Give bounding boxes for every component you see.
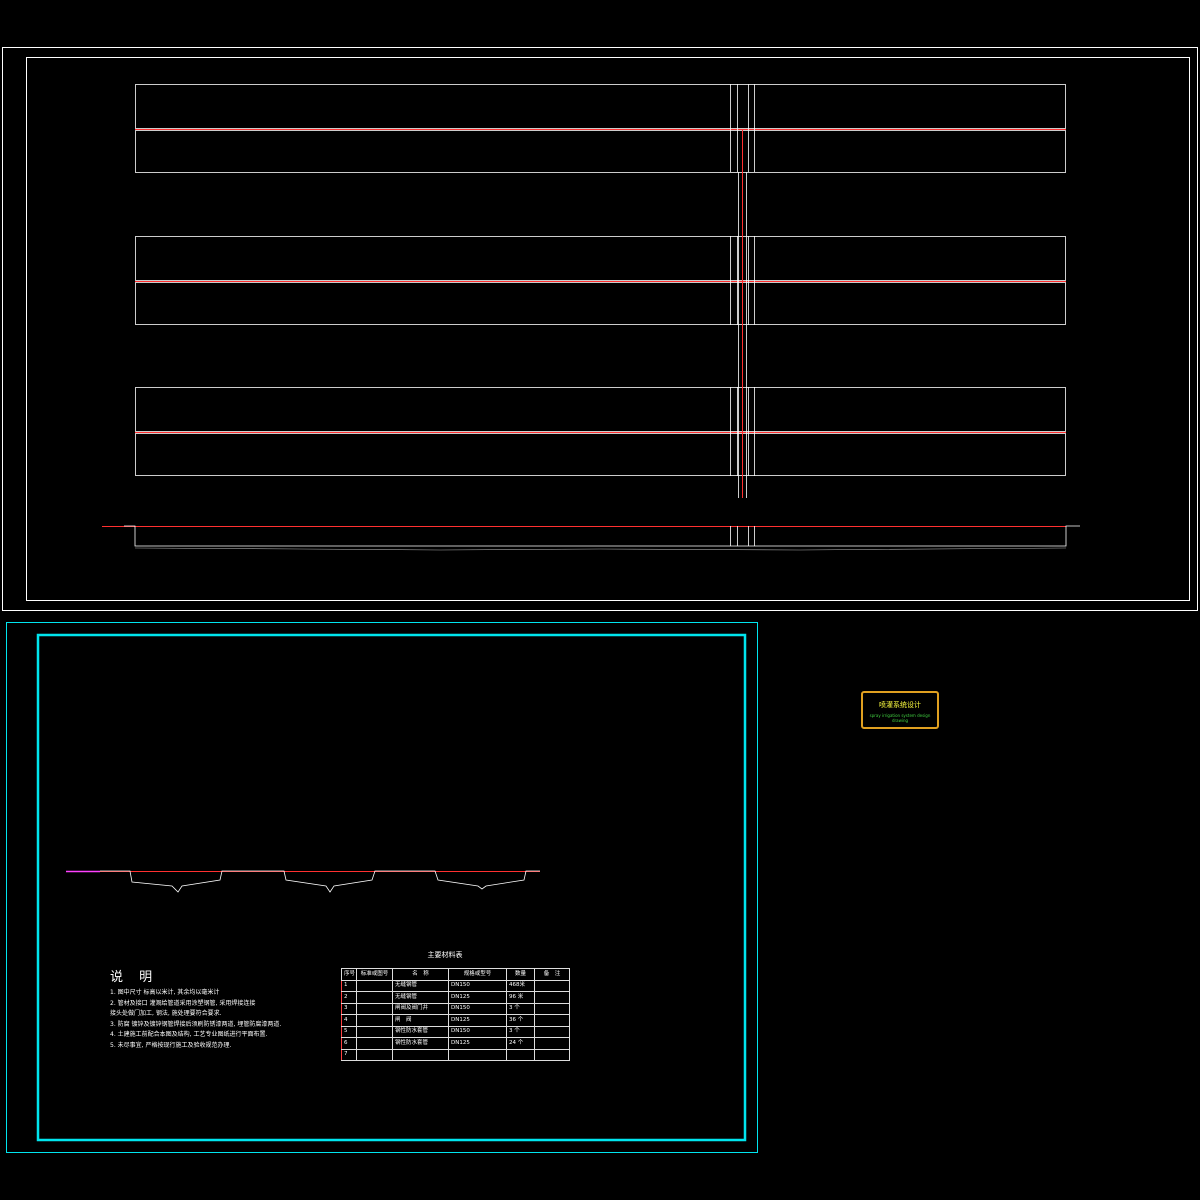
table-cell: 5: [341, 1025, 357, 1038]
col-header: 数量: [506, 968, 535, 981]
bottom-sheet-inner-frame: [36, 633, 747, 1142]
table-cell: [356, 979, 393, 992]
table-cell: 1: [341, 979, 357, 992]
table-cell: 无缝钢管: [392, 979, 449, 992]
title-stamp: 喷灌系统设计 spray irrigation system design dr…: [861, 691, 939, 729]
table-cell: [534, 1025, 570, 1038]
note-item: 2. 管材及接口 灌溉给管道采用涂塑钢管, 采用焊接连接: [110, 999, 256, 1007]
table-cell: DN125: [448, 1014, 507, 1027]
table-cell: [356, 1025, 393, 1038]
notes-list: 1. 图中尺寸 标高以米计, 其余均以毫米计 2. 管材及接口 灌溉给管道采用涂…: [110, 988, 330, 1051]
table-cell: DN150: [448, 1025, 507, 1038]
trench-cross-section: [66, 870, 540, 893]
col-header: 规格或型号: [448, 968, 507, 981]
note-item: 接头处做门加工, 钢法, 施处理要符合要求.: [110, 1010, 222, 1017]
note-item: 3. 防腐 镀锌及镀锌钢管焊接后须刷防锈漆两道, 埋管防腐漆两道.: [110, 1020, 282, 1028]
table-cell: [356, 991, 393, 1004]
stamp-main-text: 喷灌系统设计: [879, 701, 921, 709]
table-row: 5 钢性防水套管 DN150 3 个: [341, 1025, 570, 1038]
note-item: 5. 未尽事宜, 严格按现行施工及验收规范办理.: [110, 1041, 232, 1049]
notes-title: 说 明: [110, 970, 159, 985]
table-cell: DN125: [448, 1037, 507, 1050]
table-cell: 7: [341, 1048, 357, 1061]
table-cell: 闸阀及阀门井: [392, 1002, 449, 1015]
table-cell: [506, 1048, 535, 1061]
table-cell: [356, 1014, 393, 1027]
table-cell: 闸 阀: [392, 1014, 449, 1027]
table-cell: DN150: [448, 1002, 507, 1015]
col-header: 名 称: [392, 968, 449, 981]
table-row: 6 钢性防水套管 DN125 24 个: [341, 1037, 570, 1050]
note-item: 1. 图中尺寸 标高以米计, 其余均以毫米计: [110, 989, 220, 996]
table-cell: 96 米: [506, 991, 535, 1004]
table-cell: [534, 1037, 570, 1050]
table-cell: 2: [341, 991, 357, 1004]
table-cell: 36 个: [506, 1014, 535, 1027]
table-cell: 钢性防水套管: [392, 1037, 449, 1050]
bottom-sheet-outer-frame: [6, 622, 758, 1153]
table-cell: 钢性防水套管: [392, 1025, 449, 1038]
table-cell: 无缝钢管: [392, 991, 449, 1004]
table-cell: [356, 1037, 393, 1050]
table-cell: 6: [341, 1037, 357, 1050]
plan-row-group-1: [135, 84, 1066, 173]
table-cell: [534, 979, 570, 992]
longitudinal-section: [102, 525, 1080, 551]
materials-table-title: 主要材料表: [427, 951, 463, 959]
table-cell: 3: [341, 1002, 357, 1015]
table-header-row: 序号 标准或图号 名 称 规格或型号 数量 备 注: [341, 968, 570, 981]
table-cell: 3 个: [506, 1025, 535, 1038]
table-cell: 4: [341, 1014, 357, 1027]
table-cell: [534, 1048, 570, 1061]
note-item: 4. 土建施工前配合本图及结构, 工艺专业图纸进行平面布置.: [110, 1031, 268, 1038]
stamp-sub-text: spray irrigation system design drawing: [869, 713, 931, 723]
plan-row-group-2: [135, 236, 1066, 325]
table-row: 4 闸 阀 DN125 36 个: [341, 1014, 570, 1027]
table-cell: DN150: [448, 979, 507, 992]
table-row: 2 无缝钢管 DN125 96 米: [341, 991, 570, 1004]
table-cell: 3 个: [506, 1002, 535, 1015]
col-header: 备 注: [534, 968, 570, 981]
table-cell: 468米: [506, 979, 535, 992]
table-cell: [534, 1014, 570, 1027]
table-cell: [356, 1048, 393, 1061]
table-cell: [448, 1048, 507, 1061]
table-row: 7: [341, 1048, 570, 1061]
plan-row-group-3: [135, 387, 1066, 476]
table-cell: [534, 1002, 570, 1015]
table-cell: 24 个: [506, 1037, 535, 1050]
materials-table: 序号 标准或图号 名 称 规格或型号 数量 备 注 1 无缝钢管 DN150 468米…: [341, 968, 570, 1061]
table-cell: [534, 991, 570, 1004]
table-row: 1 无缝钢管 DN150 468米: [341, 979, 570, 992]
table-cell: [356, 1002, 393, 1015]
table-cell: DN125: [448, 991, 507, 1004]
col-header: 标准或图号: [356, 968, 393, 981]
table-cell: [392, 1048, 449, 1061]
branch-pipes: [135, 129, 1066, 433]
table-row: 3 闸阀及阀门井 DN150 3 个: [341, 1002, 570, 1015]
materials-table-body: 1 无缝钢管 DN150 468米 2 无缝钢管 DN125 96 米 3 闸阀及阀门井 DN150…: [341, 979, 570, 1061]
col-header: 序号: [341, 968, 357, 981]
top-sheet-inner-frame: [26, 57, 1190, 601]
